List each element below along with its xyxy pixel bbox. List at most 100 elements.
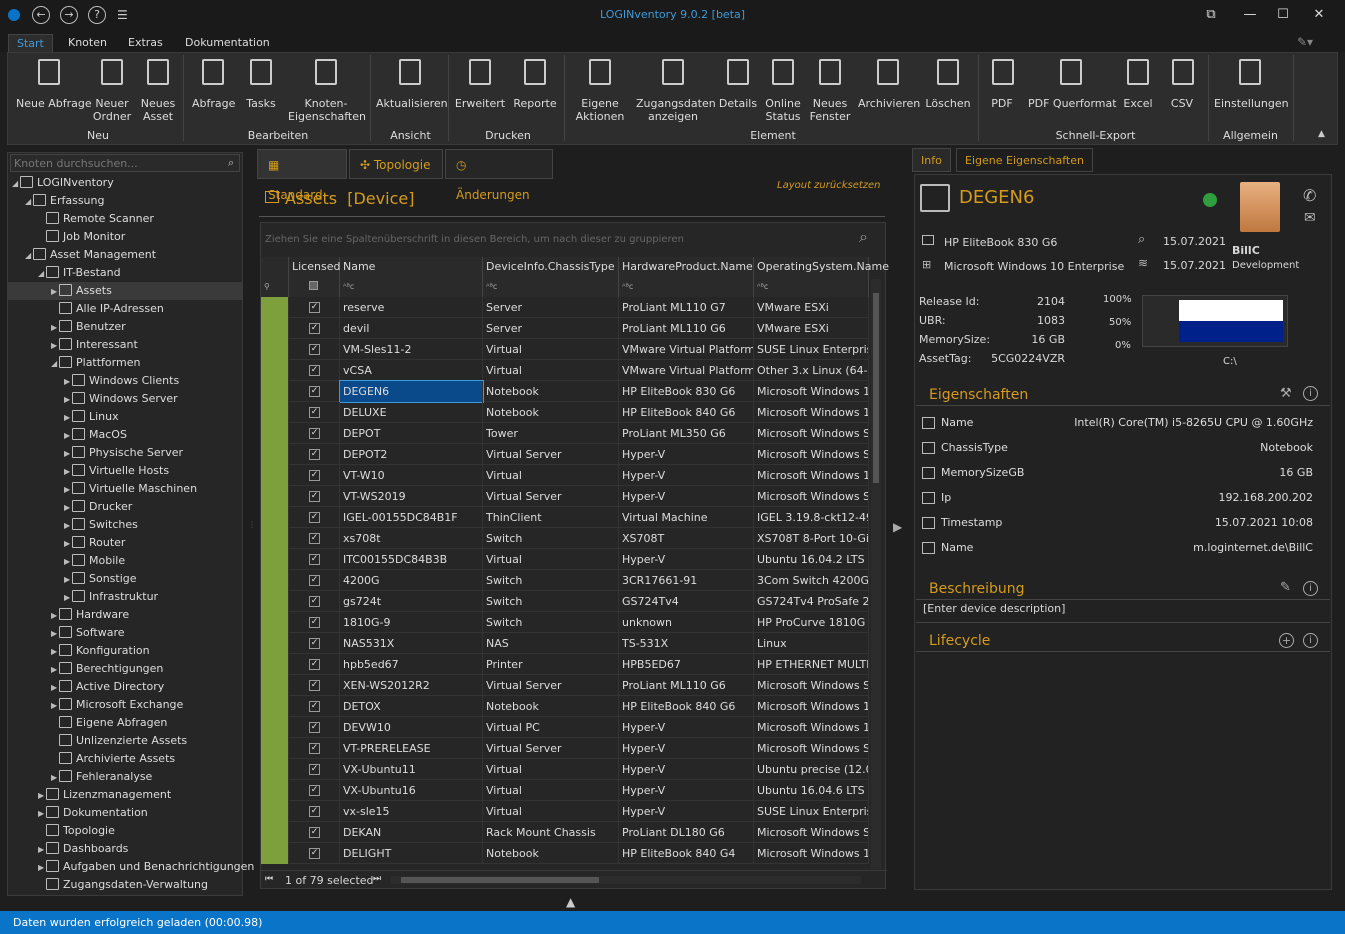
expand-arrow-icon[interactable]: ▶: [51, 661, 59, 679]
cell-deviceinfo-chassistype[interactable]: Server: [483, 297, 619, 318]
cell-deviceinfo-chassistype[interactable]: Printer: [483, 654, 619, 675]
cell-hardwareproduct-name[interactable]: VMware Virtual Platform: [619, 339, 754, 360]
tree-node-eigene-abfragen[interactable]: Eigene Abfragen: [51, 714, 167, 732]
cell-hardwareproduct-name[interactable]: HP EliteBook 830 G6: [619, 381, 754, 402]
licensed-checkbox[interactable]: ✓: [309, 428, 320, 439]
cell-deviceinfo-chassistype[interactable]: Notebook: [483, 381, 619, 402]
reset-layout-link[interactable]: Layout zurücksetzen: [777, 180, 881, 191]
tab-eigene-eigenschaften[interactable]: Eigene Eigenschaften: [956, 148, 1093, 172]
einstellungen-button[interactable]: Einstellungen: [1214, 55, 1289, 110]
expand-arrow-icon[interactable]: ▶: [38, 805, 46, 823]
cell-hardwareproduct-name[interactable]: Hyper-V: [619, 717, 754, 738]
column-header-name[interactable]: Name: [340, 257, 483, 277]
cell-hardwareproduct-name[interactable]: ProLiant ML110 G6: [619, 675, 754, 696]
expand-arrow-icon[interactable]: ▶: [64, 391, 72, 409]
licensed-cell[interactable]: ✓: [289, 465, 340, 486]
licensed-cell[interactable]: ✓: [289, 843, 340, 864]
tree-node-active-directory[interactable]: ▶ Active Directory: [51, 678, 164, 696]
expand-arrow-icon[interactable]: ▶: [64, 481, 72, 499]
cell-operatingsystem-name[interactable]: Microsoft Windows Ser: [754, 486, 869, 507]
cell-operatingsystem-name[interactable]: Microsoft Windows Ser: [754, 444, 869, 465]
expand-arrow-icon[interactable]: ▶: [64, 445, 72, 463]
table-row[interactable]: ✓ gs724t Switch GS724Tv4 GS724Tv4 ProSafe 24…: [261, 591, 869, 612]
archivieren-button[interactable]: Archivieren: [858, 55, 920, 110]
cell-deviceinfo-chassistype[interactable]: Virtual: [483, 465, 619, 486]
tree-node-linux[interactable]: ▶ Linux: [64, 408, 119, 426]
licensed-checkbox[interactable]: ✓: [309, 596, 320, 607]
expand-arrow-icon[interactable]: ▶: [51, 607, 59, 625]
expand-arrow-icon[interactable]: ▶: [38, 787, 46, 805]
licensed-checkbox[interactable]: ✓: [309, 554, 320, 565]
licensed-cell[interactable]: ✓: [289, 633, 340, 654]
tree-node-benutzer[interactable]: ▶ Benutzer: [51, 318, 126, 336]
cell-name[interactable]: VX-Ubuntu11: [340, 759, 483, 780]
table-row[interactable]: ✓ VM-Sles11-2 Virtual VMware Virtual Platfo…: [261, 339, 869, 360]
tree-node-remote-scanner[interactable]: Remote Scanner: [38, 210, 154, 228]
cell-operatingsystem-name[interactable]: Other 3.x Linux (64-bit: [754, 360, 869, 381]
cell-deviceinfo-chassistype[interactable]: Virtual: [483, 339, 619, 360]
cell-hardwareproduct-name[interactable]: ProLiant ML110 G7: [619, 297, 754, 318]
cell-name[interactable]: VM-Sles11-2: [340, 339, 483, 360]
licensed-checkbox[interactable]: ✓: [309, 470, 320, 481]
tree-node-zugangsdaten-verwaltung[interactable]: Zugangsdaten-Verwaltung: [38, 876, 208, 894]
cell-deviceinfo-chassistype[interactable]: Notebook: [483, 843, 619, 864]
cell-deviceinfo-chassistype[interactable]: NAS: [483, 633, 619, 654]
splitter-handle[interactable]: ⋮: [248, 520, 256, 538]
cell-deviceinfo-chassistype[interactable]: Virtual Server: [483, 738, 619, 759]
licensed-checkbox[interactable]: ✓: [309, 827, 320, 838]
expand-arrow-icon[interactable]: ▶: [51, 769, 59, 787]
cell-operatingsystem-name[interactable]: Microsoft Windows 10 E: [754, 717, 869, 738]
h-scrollbar-thumb[interactable]: [401, 877, 599, 883]
filter-text-icon[interactable]: ᴬᴮc: [340, 277, 483, 297]
expand-arrow-icon[interactable]: ▶: [64, 589, 72, 607]
table-row[interactable]: ✓ vx-sle15 Virtual Hyper-V SUSE Linux Enterp…: [261, 801, 869, 822]
expand-arrow-icon[interactable]: ◢: [51, 355, 59, 373]
tab-start[interactable]: Start: [8, 34, 53, 52]
cell-hardwareproduct-name[interactable]: ProLiant ML350 G6: [619, 423, 754, 444]
licensed-cell[interactable]: ✓: [289, 759, 340, 780]
reporte-button[interactable]: Reporte: [512, 55, 558, 110]
add-icon[interactable]: +: [1279, 633, 1294, 648]
cell-deviceinfo-chassistype[interactable]: Notebook: [483, 402, 619, 423]
table-row[interactable]: ✓ DEKAN Rack Mount Chassis ProLiant DL180 G…: [261, 822, 869, 843]
löschen-button[interactable]: Löschen: [924, 55, 972, 110]
licensed-checkbox[interactable]: ✓: [309, 806, 320, 817]
licensed-cell[interactable]: ✓: [289, 486, 340, 507]
tab-topologie[interactable]: ✣ Topologie: [349, 149, 443, 179]
tree-node-lizenzmanagement[interactable]: ▶ Lizenzmanagement: [38, 786, 171, 804]
cell-operatingsystem-name[interactable]: Ubuntu precise (12.04.: [754, 759, 869, 780]
tree-node-fehleranalyse[interactable]: ▶ Fehleranalyse: [51, 768, 152, 786]
table-row[interactable]: ✓ XEN-WS2012R2 Virtual Server ProLiant ML11…: [261, 675, 869, 696]
cell-deviceinfo-chassistype[interactable]: Virtual Server: [483, 675, 619, 696]
cell-hardwareproduct-name[interactable]: HPB5ED67: [619, 654, 754, 675]
cell-operatingsystem-name[interactable]: Microsoft Windows 10 E: [754, 381, 869, 402]
cell-operatingsystem-name[interactable]: GS724Tv4 ProSafe 24-: [754, 591, 869, 612]
cell-hardwareproduct-name[interactable]: ProLiant DL180 G6: [619, 822, 754, 843]
licensed-cell[interactable]: ✓: [289, 591, 340, 612]
expand-right-icon[interactable]: ▶: [893, 520, 902, 534]
cell-operatingsystem-name[interactable]: Microsoft Windows Ser: [754, 822, 869, 843]
cell-deviceinfo-chassistype[interactable]: Virtual: [483, 801, 619, 822]
cell-name[interactable]: devil: [340, 318, 483, 339]
grid-search-icon[interactable]: ⌕: [859, 227, 868, 247]
tree-node-hardware[interactable]: ▶ Hardware: [51, 606, 129, 624]
last-record-icon[interactable]: ⏭: [373, 874, 381, 884]
licensed-checkbox[interactable]: ✓: [309, 848, 320, 859]
table-row[interactable]: ✓ reserve Server ProLiant ML110 G7 VMware ES…: [261, 297, 869, 318]
licensed-checkbox[interactable]: ✓: [309, 365, 320, 376]
cell-hardwareproduct-name[interactable]: ProLiant ML110 G6: [619, 318, 754, 339]
expand-arrow-icon[interactable]: ▶: [64, 517, 72, 535]
cell-operatingsystem-name[interactable]: Ubuntu 16.04.6 LTS: [754, 780, 869, 801]
cell-deviceinfo-chassistype[interactable]: Switch: [483, 591, 619, 612]
tree-node-dashboards[interactable]: ▶ Dashboards: [38, 840, 128, 858]
tab-extras[interactable]: Extras: [120, 34, 171, 52]
licensed-cell[interactable]: ✓: [289, 507, 340, 528]
licensed-cell[interactable]: ✓: [289, 717, 340, 738]
table-row[interactable]: ✓ DEGEN6 Notebook HP EliteBook 830 G6 Micros…: [261, 380, 869, 403]
tree-node-topologie[interactable]: Topologie: [38, 822, 115, 840]
tree-node-macos[interactable]: ▶ MacOS: [64, 426, 127, 444]
cell-operatingsystem-name[interactable]: HP ETHERNET MULTI-E: [754, 654, 869, 675]
cell-name[interactable]: NAS531X: [340, 633, 483, 654]
tree-node-unlizenzierte-assets[interactable]: Unlizenzierte Assets: [51, 732, 187, 750]
cell-operatingsystem-name[interactable]: SUSE Linux Enterprise: [754, 339, 869, 360]
